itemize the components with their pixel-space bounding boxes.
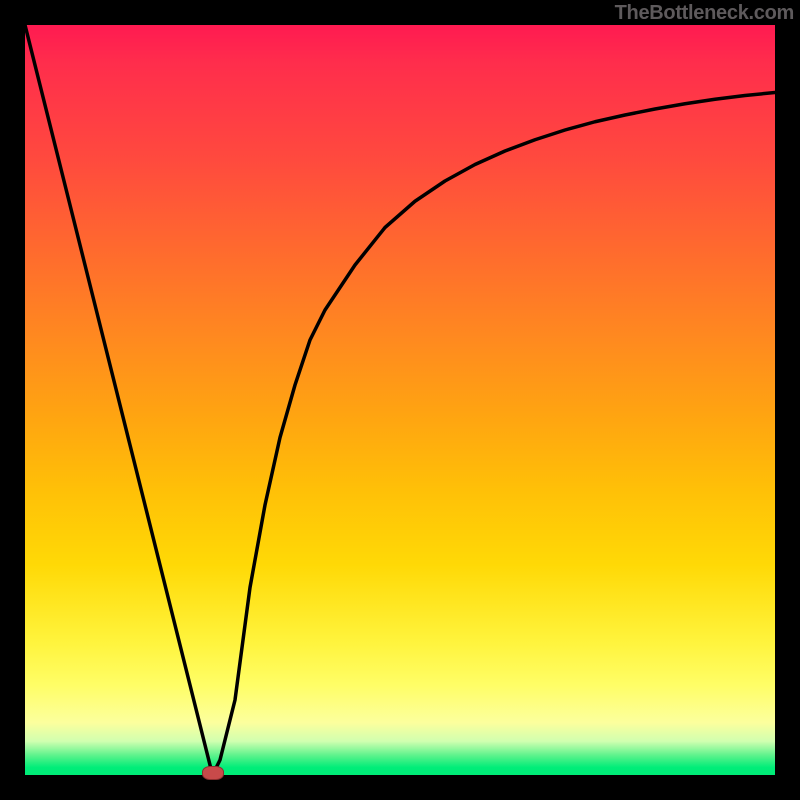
credit-text: TheBottleneck.com <box>615 2 794 25</box>
optimum-marker <box>202 766 224 780</box>
plot-frame <box>25 25 775 775</box>
bottleneck-curve <box>25 25 775 775</box>
